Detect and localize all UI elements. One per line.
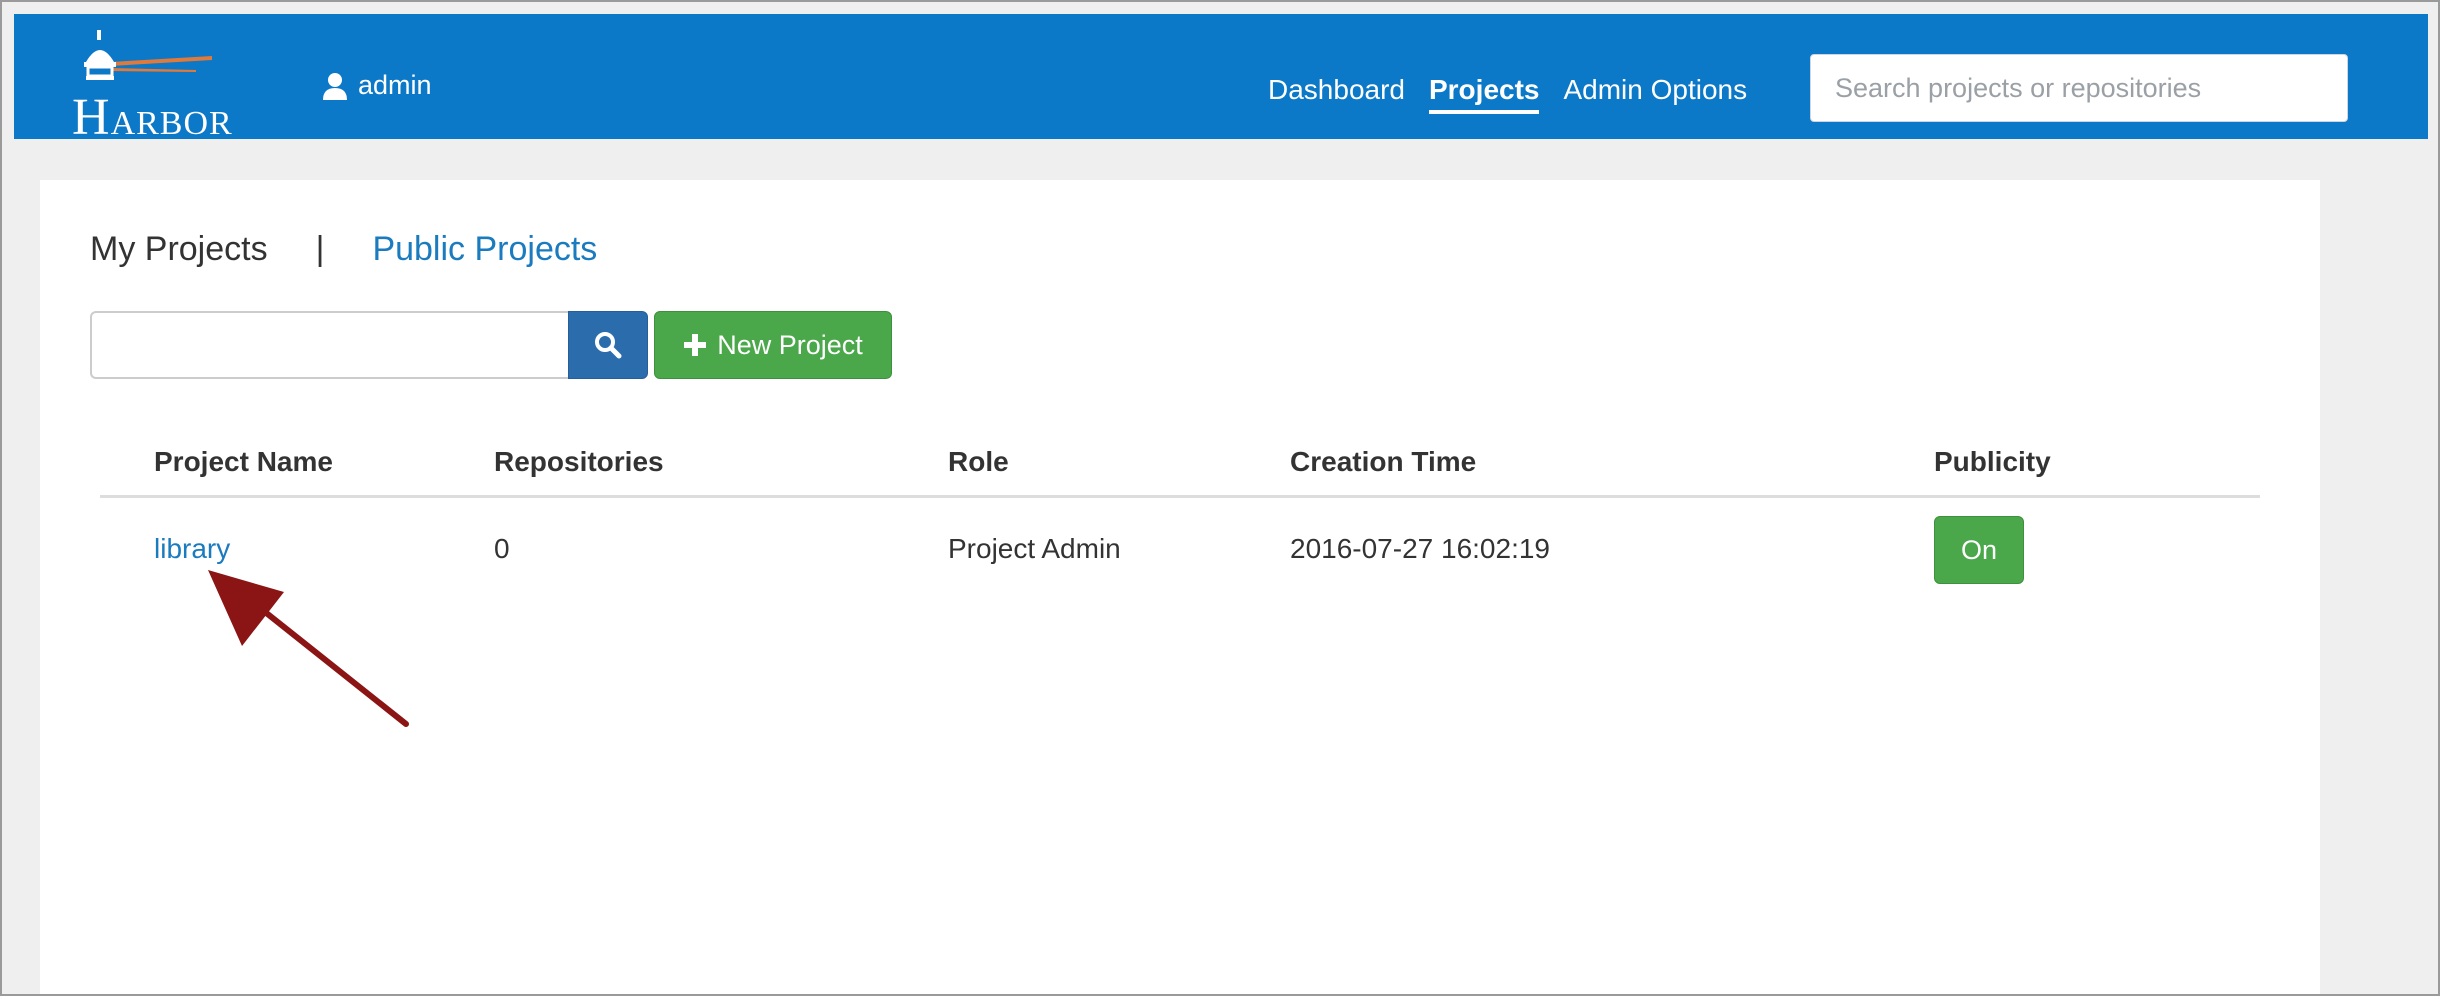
logo-text: HARBOR	[72, 88, 233, 147]
annotation-arrow-icon	[208, 570, 409, 727]
creation-time: 2016-07-27 16:02:19	[1290, 533, 1550, 564]
column-header-repositories[interactable]: Repositories	[494, 446, 664, 478]
project-search-button[interactable]	[568, 311, 648, 379]
user-icon	[323, 72, 347, 100]
table-header: Project Name Repositories Role Creation …	[100, 436, 2260, 498]
nav-admin-options[interactable]: Admin Options	[1563, 74, 1747, 114]
tab-my-projects[interactable]: My Projects	[90, 230, 268, 269]
current-user[interactable]: admin	[322, 70, 432, 101]
main-nav: Dashboard Projects Admin Options	[1268, 74, 1747, 114]
user-name: admin	[358, 70, 432, 100]
page-background-strip	[2320, 139, 2428, 994]
publicity-toggle-button[interactable]: On	[1934, 516, 2024, 584]
project-name-link[interactable]: library	[154, 533, 230, 565]
column-header-publicity[interactable]: Publicity	[1934, 446, 2051, 478]
new-project-label: New Project	[717, 329, 863, 360]
harbor-logo[interactable]: HARBOR	[64, 26, 264, 146]
column-header-project-name[interactable]: Project Name	[154, 446, 333, 478]
publicity-label: On	[1960, 534, 1998, 565]
nav-projects[interactable]: Projects	[1428, 74, 1540, 114]
nav-dashboard[interactable]: Dashboard	[1268, 74, 1405, 114]
repositories-count: 0	[494, 533, 510, 564]
search-icon	[595, 332, 622, 359]
top-navbar: HARBOR admin Dashboard Projects Admin Op…	[14, 14, 2428, 146]
project-tabs: My Projects | Public Projects	[90, 230, 597, 269]
project-search-group	[90, 311, 648, 379]
new-project-button[interactable]: New Project	[654, 311, 892, 379]
tab-separator: |	[315, 230, 325, 268]
logo-rest: ARBOR	[110, 105, 233, 142]
plus-icon	[684, 334, 707, 356]
column-header-role[interactable]: Role	[948, 446, 1009, 478]
logo-initial: H	[72, 89, 111, 146]
app-frame: HARBOR admin Dashboard Projects Admin Op…	[0, 0, 2440, 996]
project-search-input[interactable]	[90, 311, 568, 379]
project-role: Project Admin	[948, 533, 1121, 564]
tab-public-projects[interactable]: Public Projects	[372, 230, 597, 269]
global-search-input[interactable]	[1810, 54, 2348, 122]
column-header-creation-time[interactable]: Creation Time	[1290, 446, 1476, 478]
